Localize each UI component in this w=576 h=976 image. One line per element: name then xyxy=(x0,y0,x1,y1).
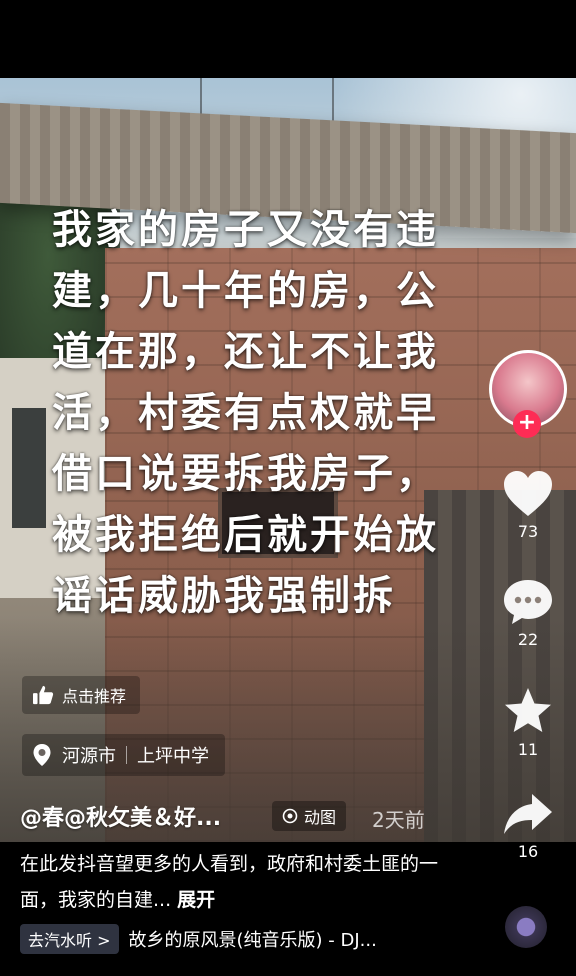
comment-icon xyxy=(504,580,552,624)
post-time: 2天前 xyxy=(372,808,425,832)
caption-line: 我家的房子又没有违 xyxy=(52,207,439,253)
music-row[interactable]: 去汽水听 > 故乡的原风景(纯音乐版) - DJ... xyxy=(20,924,377,954)
comment-action[interactable]: 22 xyxy=(498,578,558,649)
heart-icon xyxy=(504,471,552,516)
image-icon xyxy=(282,808,298,824)
recommend-label: 点击推荐 xyxy=(62,687,127,706)
share-action[interactable]: 16 xyxy=(498,792,558,861)
follow-button[interactable]: + xyxy=(513,410,541,438)
post-description: 在此发抖音望更多的人看到，政府和村委土匪的一面，我家的自建... 展开 xyxy=(20,846,440,918)
recommend-button[interactable]: 点击推荐 xyxy=(22,676,141,714)
side-house-door xyxy=(12,408,46,528)
caption-line: 谣话威胁我强制拆 xyxy=(52,573,396,619)
like-count: 73 xyxy=(517,522,539,541)
author-name[interactable]: @春@秋攵美＆好... xyxy=(20,800,221,832)
location-tag[interactable]: 河源市 上坪中学 xyxy=(22,734,225,776)
location-pin-icon xyxy=(33,744,51,766)
music-title[interactable]: 故乡的原风景(纯音乐版) - DJ... xyxy=(129,926,377,952)
dynamic-tag-label: 动图 xyxy=(304,808,337,827)
location-city: 河源市 xyxy=(62,746,116,767)
location-divider xyxy=(126,746,127,764)
share-arrow-icon xyxy=(504,794,552,834)
video-caption: 我家的房子又没有违 建，几十年的房，公 道在那，还让不让我 活，村委有点权就早 … xyxy=(52,200,532,627)
description-text: 在此发抖音望更多的人看到，政府和村委土匪的一面，我家的自建... xyxy=(20,853,439,911)
favorite-action[interactable]: 11 xyxy=(498,686,558,759)
comment-count: 22 xyxy=(517,630,539,649)
favorite-count: 11 xyxy=(517,740,539,759)
music-disc-icon[interactable] xyxy=(505,906,547,948)
like-action[interactable]: 73 xyxy=(498,470,558,541)
caption-line: 道在那，还让不让我 xyxy=(52,329,439,375)
caption-line: 借口说要拆我房子， xyxy=(52,451,439,497)
location-place: 上坪中学 xyxy=(137,746,209,767)
star-icon xyxy=(505,688,551,732)
top-black-bar xyxy=(0,0,576,78)
caption-line: 被我拒绝后就开始放 xyxy=(52,512,439,558)
expand-link[interactable]: 展开 xyxy=(177,889,215,911)
caption-line: 建，几十年的房，公 xyxy=(52,268,439,314)
dynamic-image-tag: 动图 xyxy=(272,801,347,831)
thumbs-up-icon xyxy=(33,685,54,705)
share-count: 16 xyxy=(517,842,539,861)
author-avatar-group[interactable]: + xyxy=(489,350,567,438)
qishui-listen-button[interactable]: 去汽水听 > xyxy=(20,924,119,954)
caption-line: 活，村委有点权就早 xyxy=(52,390,439,436)
